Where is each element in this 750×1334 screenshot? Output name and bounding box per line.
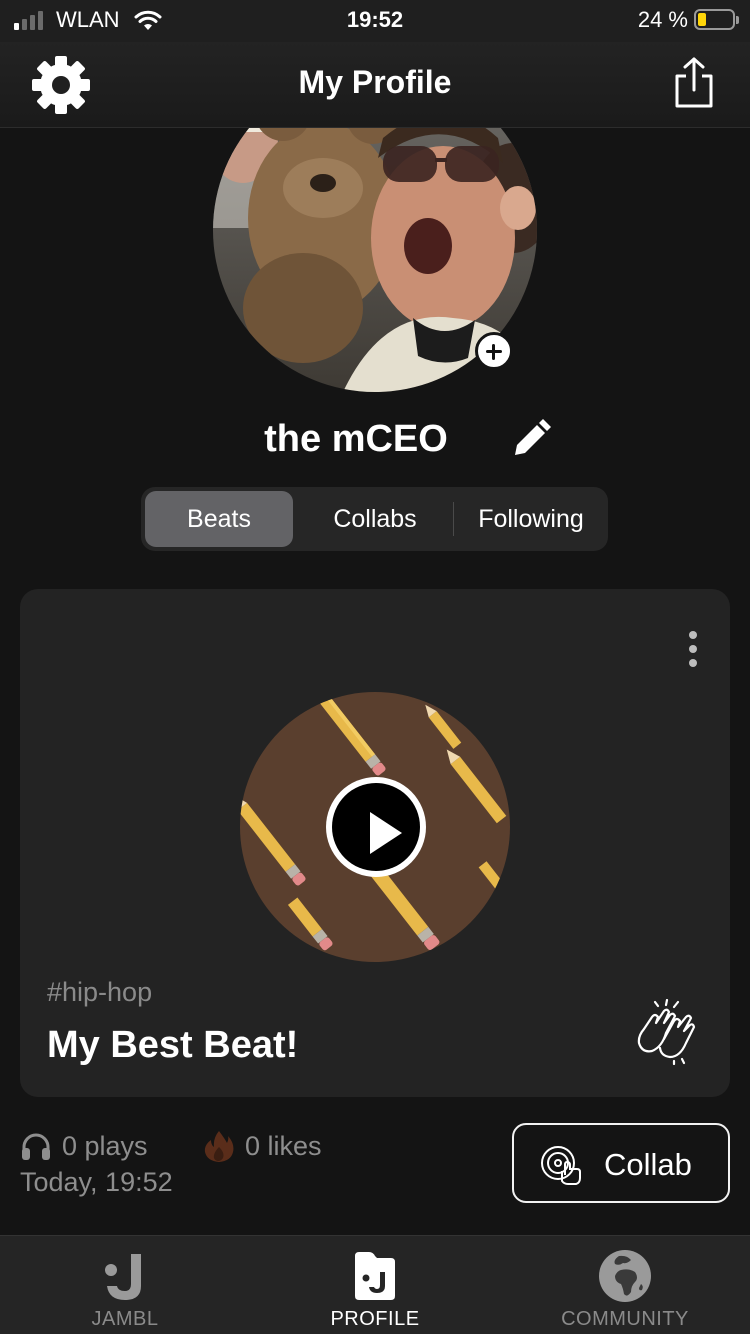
collab-button[interactable]: Collab — [512, 1123, 730, 1203]
plays-count: 0 plays — [20, 1128, 148, 1164]
bottom-navigation: JAMBL PROFILE COMMUNITY — [0, 1235, 750, 1334]
edit-username-button[interactable] — [510, 418, 552, 460]
more-options-button[interactable] — [680, 629, 706, 669]
beat-card[interactable]: #hip-hop My Best Beat! — [20, 589, 730, 1097]
page-title: My Profile — [298, 64, 452, 100]
status-bar: WLAN 19:52 24 % — [0, 0, 750, 42]
profile-tabs: Beats Collabs Following — [141, 487, 608, 551]
beat-title: My Best Beat! — [47, 1024, 299, 1066]
add-photo-button[interactable] — [475, 332, 513, 370]
battery-percent: 24 % — [637, 7, 688, 32]
nav-label-profile: PROFILE — [330, 1308, 420, 1330]
profile-icon — [355, 1252, 395, 1300]
clap-button[interactable] — [634, 998, 700, 1066]
clapping-hands-icon — [637, 998, 696, 1066]
username: the mCEO — [264, 418, 448, 460]
plays-label: 0 plays — [62, 1130, 148, 1161]
nav-jambl[interactable]: JAMBL — [0, 1236, 250, 1334]
tab-divider — [453, 502, 454, 536]
nav-profile[interactable]: PROFILE — [250, 1236, 500, 1334]
nav-label-jambl: JAMBL — [91, 1308, 159, 1330]
nav-community[interactable]: COMMUNITY — [500, 1236, 750, 1334]
likes-label: 0 likes — [245, 1130, 322, 1161]
likes-count: 0 likes — [203, 1128, 322, 1164]
play-icon — [370, 812, 402, 854]
battery-icon — [694, 9, 739, 30]
nav-label-community: COMMUNITY — [561, 1308, 689, 1330]
globe-icon — [599, 1250, 651, 1302]
beat-timestamp: Today, 19:52 — [20, 1167, 173, 1197]
beat-genre: #hip-hop — [47, 977, 153, 1007]
tab-beats[interactable]: Beats — [145, 491, 293, 547]
share-button[interactable] — [672, 56, 716, 110]
headphones-icon — [22, 1133, 50, 1160]
vinyl-hand-icon — [541, 1146, 581, 1185]
collab-label: Collab — [604, 1147, 692, 1182]
flame-icon — [204, 1131, 234, 1162]
tab-following[interactable]: Following — [457, 491, 605, 547]
share-icon — [675, 57, 713, 108]
play-button[interactable] — [326, 777, 426, 877]
top-navigation-bar: My Profile — [0, 42, 750, 128]
jambl-logo-icon — [105, 1254, 141, 1300]
pencil-icon — [515, 419, 551, 455]
tab-collabs[interactable]: Collabs — [301, 491, 449, 547]
